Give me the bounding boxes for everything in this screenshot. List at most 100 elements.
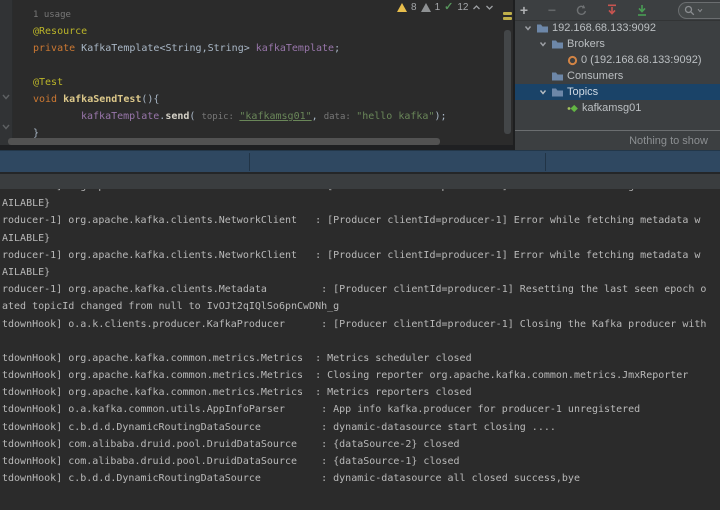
- editor-gutter: [0, 0, 13, 146]
- warning-stripe-mark[interactable]: [503, 17, 512, 20]
- inspection-widget[interactable]: 8 1 ✓ 12: [397, 1, 494, 14]
- ide-window: 1 usage @Resource private KafkaTemplate<…: [0, 0, 720, 510]
- plus-icon: +: [520, 3, 528, 17]
- topics-label: Topics: [567, 86, 598, 98]
- console-log-line: tdownHook] c.b.d.d.DynamicRoutingDataSou…: [2, 470, 720, 487]
- kafka-toolwindow: + − 192.168.68.133:9092 Brokers: [513, 0, 720, 150]
- tree-item-consumers[interactable]: Consumers: [515, 68, 720, 84]
- folder-icon: [551, 87, 564, 98]
- vertical-scrollbar[interactable]: [504, 30, 511, 134]
- import-data-button[interactable]: [603, 2, 621, 18]
- folder-icon: [551, 39, 564, 50]
- console-log-line: tdownHook] org.apache.kafka.common.metri…: [2, 350, 720, 367]
- brokers-label: Brokers: [567, 38, 605, 50]
- chevron-placeholder: [538, 71, 548, 81]
- add-connection-button[interactable]: +: [515, 2, 533, 18]
- code-area: 1 usage @Resource private KafkaTemplate<…: [33, 6, 447, 142]
- toolwindow-header-band[interactable]: [0, 150, 720, 172]
- test-annotation: @Test: [33, 77, 63, 88]
- empty-details-message: Nothing to show: [629, 135, 708, 147]
- console-log-line: tdownHook] org.apache.kafka.common.metri…: [2, 384, 720, 401]
- code-line: 1 usage: [33, 6, 447, 23]
- kafka-search-input[interactable]: [678, 2, 720, 19]
- topic-string-literal[interactable]: "kafkamsg01": [239, 111, 311, 122]
- punctuation: ;: [334, 43, 340, 54]
- band-divider: [249, 153, 250, 171]
- folder-icon: [551, 71, 564, 82]
- fold-marker-icon[interactable]: [1, 92, 11, 102]
- punctuation: ,: [312, 111, 324, 122]
- code-line: @Test: [33, 74, 447, 91]
- field-reference: kafkaTemplate: [81, 111, 159, 122]
- remove-connection-button[interactable]: −: [543, 2, 561, 18]
- refresh-button[interactable]: [572, 2, 590, 18]
- connection-label: 192.168.68.133:9092: [552, 22, 656, 34]
- run-console[interactable]: roducer-1] org.apache.kafka.clients.Netw…: [0, 189, 720, 510]
- method-name: kafkaSendTest: [63, 94, 141, 105]
- code-line: kafkaTemplate.send( topic: "kafkamsg01",…: [33, 108, 447, 125]
- console-log: roducer-1] org.apache.kafka.clients.Netw…: [0, 189, 720, 487]
- param-hint-data: data:: [324, 112, 357, 122]
- code-editor[interactable]: 1 usage @Resource private KafkaTemplate<…: [0, 0, 513, 150]
- code-line: void kafkaSendTest(){: [33, 91, 447, 108]
- weak-warning-icon: [421, 3, 431, 12]
- console-log-line: ated topicId changed from null to IvOJt2…: [2, 298, 720, 315]
- band-divider: [545, 153, 546, 171]
- prev-problem-icon[interactable]: [472, 4, 481, 11]
- red-download-icon: [606, 4, 618, 17]
- console-log-line: roducer-1] org.apache.kafka.clients.Netw…: [2, 247, 720, 264]
- console-log-line: tdownHook] o.a.k.clients.producer.KafkaP…: [2, 316, 720, 333]
- warning-stripe-mark[interactable]: [503, 12, 512, 15]
- console-log-line: roducer-1] org.apache.kafka.clients.Meta…: [2, 281, 720, 298]
- search-history-chevron-icon: [697, 8, 703, 13]
- console-log-line: roducer-1] org.apache.kafka.clients.Netw…: [2, 212, 720, 229]
- consumers-label: Consumers: [567, 70, 623, 82]
- punctuation: (){: [141, 94, 159, 105]
- punctuation: );: [434, 111, 446, 122]
- console-log-line: tdownHook] com.alibaba.druid.pool.DruidD…: [2, 436, 720, 453]
- console-log-line: AILABLE}: [2, 264, 720, 281]
- code-line: @Resource: [33, 23, 447, 40]
- console-log-line: tdownHook] o.a.kafka.common.utils.AppInf…: [2, 401, 720, 418]
- chevron-down-icon: [538, 87, 548, 97]
- weak-warning-count: 1: [435, 2, 441, 13]
- minus-icon: −: [548, 3, 556, 17]
- punctuation: (: [189, 111, 201, 122]
- tree-item-brokers[interactable]: Brokers: [515, 36, 720, 52]
- console-log-line: tdownHook] org.apache.kafka.common.metri…: [2, 367, 720, 384]
- passed-count: 12: [457, 2, 468, 13]
- broker-icon: [567, 55, 578, 66]
- fold-marker-icon[interactable]: [1, 122, 11, 132]
- keyword-private: private: [33, 43, 81, 54]
- tree-item-broker-0[interactable]: 0 (192.168.68.133:9092): [515, 52, 720, 68]
- tree-item-topic-kafkamsg01[interactable]: kafkamsg01: [515, 100, 720, 116]
- kafka-toolbar: + −: [515, 0, 720, 21]
- topic-label: kafkamsg01: [582, 102, 641, 114]
- warning-icon: [397, 3, 407, 12]
- console-log-line: tdownHook] com.alibaba.druid.pool.DruidD…: [2, 453, 720, 470]
- chevron-down-icon: [538, 39, 548, 49]
- warning-count: 8: [411, 2, 417, 13]
- resource-annotation: @Resource: [33, 26, 87, 37]
- green-download-icon: [636, 4, 648, 17]
- code-line-blank: [33, 57, 447, 74]
- broker-label: 0 (192.168.68.133:9092): [581, 54, 702, 66]
- folder-icon: [536, 23, 549, 34]
- console-log-line: AILABLE}: [2, 195, 720, 212]
- data-string-literal: "hello kafka": [356, 111, 434, 122]
- method-call-send: send: [165, 111, 189, 122]
- export-data-button[interactable]: [633, 2, 651, 18]
- console-log-line: roducer-1] org.apache.kafka.clients.Netw…: [2, 189, 720, 195]
- chevron-down-icon: [523, 23, 533, 33]
- horizontal-scrollbar[interactable]: [8, 138, 440, 145]
- tree-item-connection[interactable]: 192.168.68.133:9092: [515, 20, 720, 36]
- topic-icon: [567, 103, 579, 114]
- ok-check-icon: ✓: [444, 2, 453, 13]
- refresh-icon: [575, 4, 588, 17]
- panel-divider: [515, 130, 720, 131]
- next-problem-icon[interactable]: [485, 4, 494, 11]
- keyword-void: void: [33, 94, 63, 105]
- usage-inlay-hint[interactable]: 1 usage: [33, 10, 71, 20]
- search-icon: [684, 5, 695, 16]
- tree-item-topics[interactable]: Topics: [515, 84, 720, 100]
